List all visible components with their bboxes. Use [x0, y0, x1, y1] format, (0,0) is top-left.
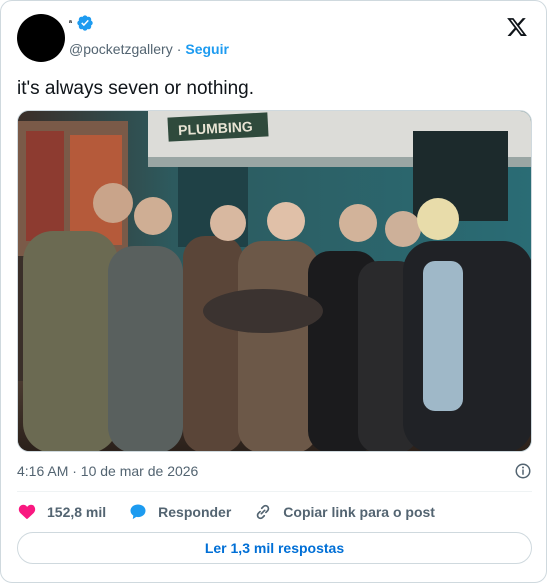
copy-link-label: Copiar link para o post — [283, 504, 435, 520]
link-icon — [257, 504, 270, 520]
heart-icon — [18, 504, 36, 520]
tweet-actions: 152,8 mil Responder Copiar link para o p… — [17, 501, 457, 523]
copy-link-button[interactable]: Copiar link para o post — [253, 502, 435, 522]
author-handle[interactable]: @pocketzgallery — [69, 41, 173, 57]
author-handle-row: @pocketzgallery · Seguir — [69, 41, 229, 57]
tweet-text: it's always seven or nothing. — [17, 78, 255, 99]
x-logo-icon[interactable] — [506, 16, 528, 38]
author-display-name[interactable]: ᵃ — [69, 18, 72, 28]
tweet-timestamp[interactable]: 4:16 AM · 10 de mar de 2026 — [17, 463, 198, 479]
likes-count: 152,8 mil — [47, 504, 107, 520]
divider — [17, 491, 532, 492]
follow-button[interactable]: Seguir — [185, 41, 229, 57]
reply-label: Responder — [158, 504, 232, 520]
group-photo-illustration: PLUMBING — [18, 111, 531, 451]
reply-bubble-icon — [130, 504, 146, 520]
read-replies-button[interactable]: Ler 1,3 mil respostas — [17, 532, 532, 564]
info-icon[interactable] — [514, 462, 532, 480]
verified-badge-icon — [77, 15, 93, 31]
like-button[interactable]: 152,8 mil — [17, 502, 106, 522]
avatar[interactable] — [17, 14, 65, 62]
timestamp-row: 4:16 AM · 10 de mar de 2026 — [17, 462, 532, 480]
handle-separator: · — [176, 41, 182, 57]
author-name-row: ᵃ — [69, 14, 94, 32]
reply-button[interactable]: Responder — [128, 502, 231, 522]
tweet-photo[interactable]: PLUMBING — [17, 110, 532, 452]
tweet-embed-card: ᵃ @pocketzgallery · Seguir it's always s… — [0, 0, 547, 583]
